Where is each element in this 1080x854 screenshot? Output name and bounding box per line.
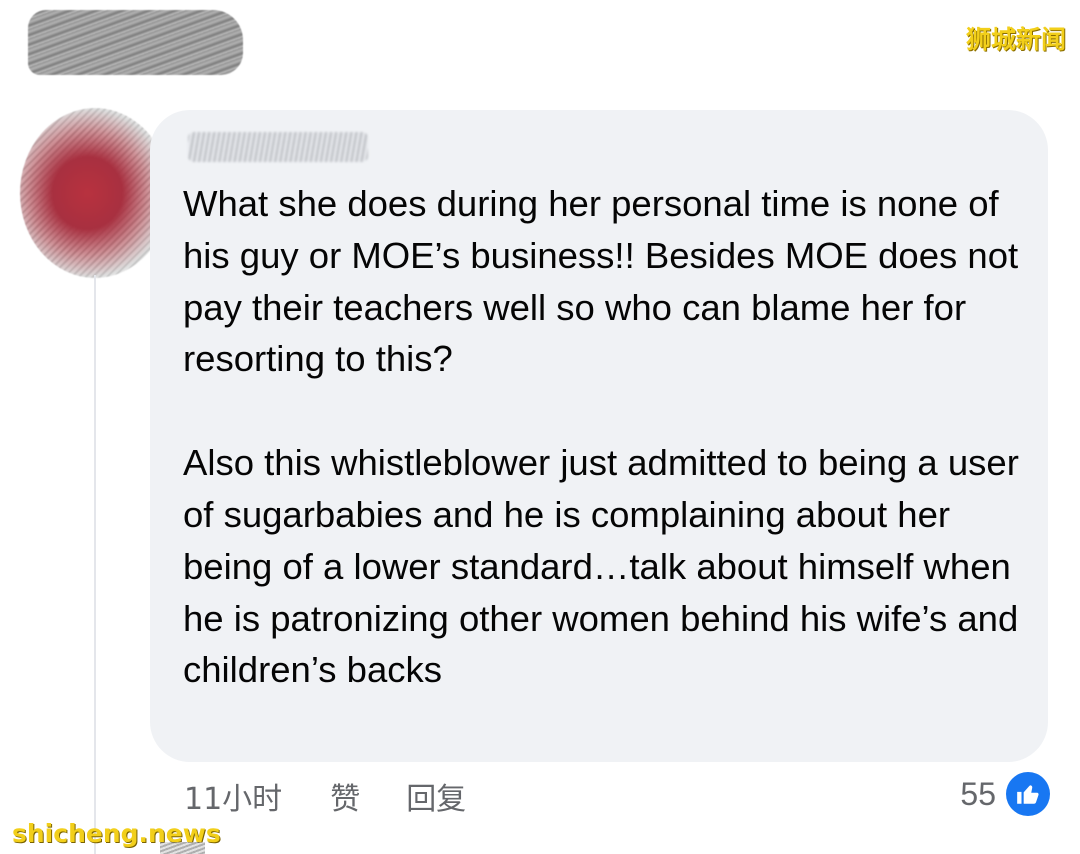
comment-text: What she does during her personal time i… [183,178,1033,696]
redacted-footer-scribble [160,842,205,854]
reaction-summary[interactable]: 55 [960,770,1050,818]
comment-actions: 11小时 赞 回复 [184,774,466,818]
reply-button[interactable]: 回复 [406,774,466,818]
reaction-count: 55 [960,775,996,812]
avatar[interactable] [20,108,170,278]
comment-paragraph-2: Also this whistleblower just admitted to… [183,442,1019,691]
comment-timestamp[interactable]: 11小时 [184,774,282,818]
thread-line [94,275,96,854]
redacted-header-scribble [28,10,243,75]
watermark-top: 狮城新闻 [965,25,1066,54]
author-name-redacted[interactable] [188,132,368,162]
like-button[interactable]: 赞 [330,774,360,818]
comment-paragraph-1: What she does during her personal time i… [183,183,1019,380]
thumbs-up-icon [1006,772,1050,816]
